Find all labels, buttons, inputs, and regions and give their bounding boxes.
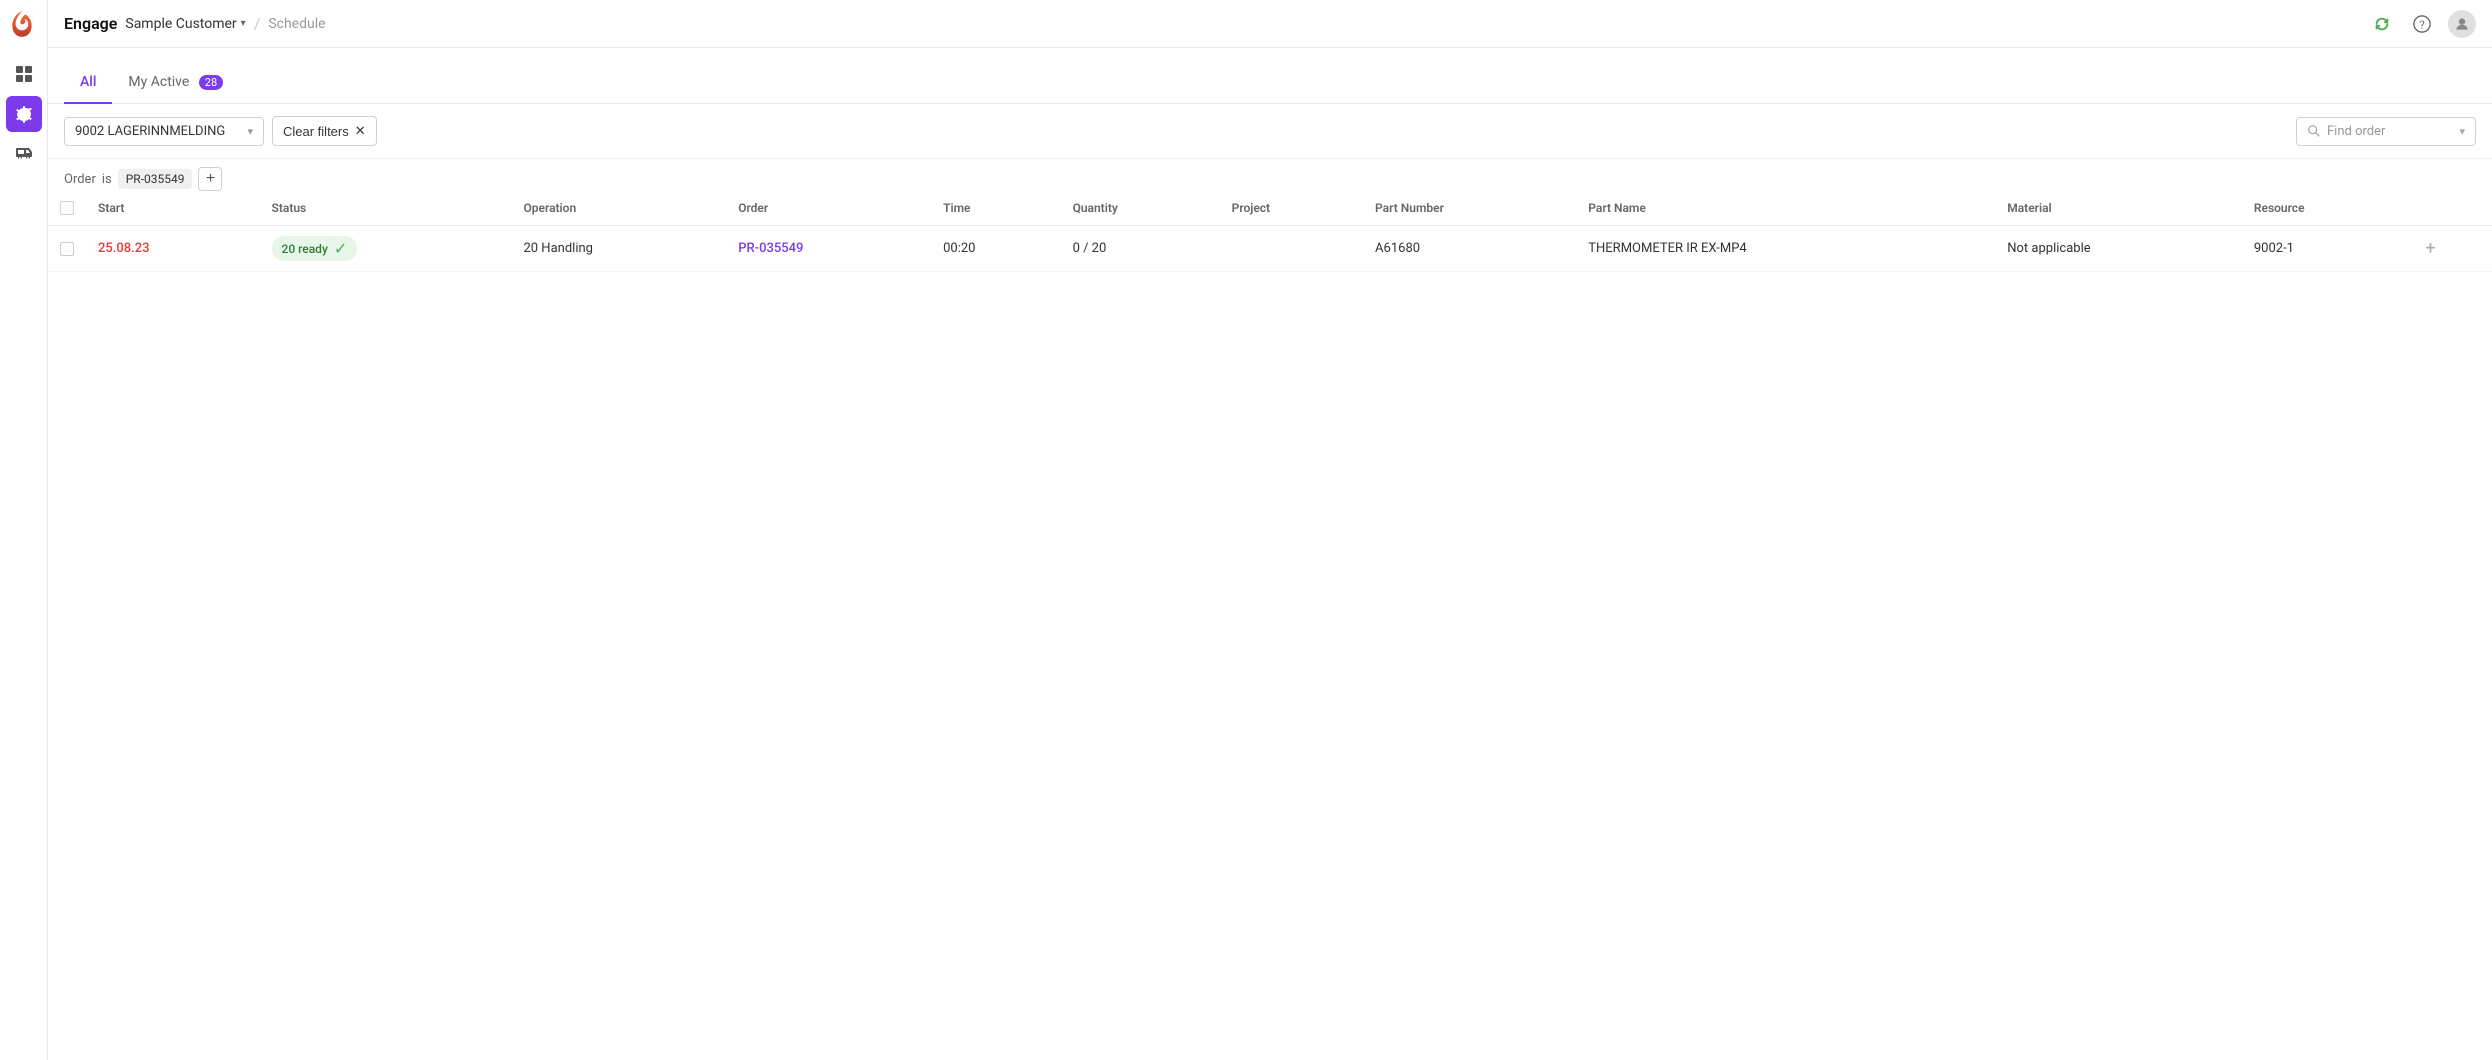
row-status-cell: 20 ready ✓ — [260, 226, 512, 272]
customer-chevron-icon: ▾ — [241, 18, 246, 29]
clear-filters-button[interactable]: Clear filters ✕ — [272, 116, 377, 146]
row-time: 00:20 — [943, 241, 975, 256]
row-time-cell: 00:20 — [931, 226, 1060, 272]
order-filter-value: PR-035549 — [118, 169, 193, 189]
table-header-row: Start Status Operation Order Time — [48, 191, 2492, 226]
row-start-date: 25.08.23 — [98, 241, 150, 256]
status-label: 20 ready — [282, 242, 328, 256]
filter-dropdown-value: 9002 LAGERINNMELDING — [75, 124, 225, 139]
row-add-cell: + — [2413, 226, 2492, 272]
col-checkbox — [48, 191, 86, 226]
find-order-chevron-icon: ▾ — [2459, 125, 2465, 138]
top-bar: Engage Sample Customer ▾ / Schedule — [48, 0, 2492, 48]
tab-my-active-label: My Active — [128, 74, 189, 90]
breadcrumb-separator: / — [254, 14, 261, 33]
row-part-name: THERMOMETER IR EX-MP4 — [1588, 241, 1746, 256]
refresh-button[interactable] — [2368, 10, 2396, 38]
row-part-name-cell: THERMOMETER IR EX-MP4 — [1576, 226, 1995, 272]
row-resource-cell: 9002-1 — [2242, 226, 2413, 272]
search-right: Find order ▾ — [2296, 117, 2476, 146]
filter-dropdown-chevron-icon: ▾ — [247, 125, 253, 138]
add-filter-button[interactable]: + — [198, 167, 222, 191]
find-order-placeholder: Find order — [2327, 124, 2385, 139]
col-part-number: Part Number — [1363, 191, 1576, 226]
order-filter-label-order: Order — [64, 172, 96, 187]
tab-my-active-badge: 28 — [199, 75, 223, 90]
col-start: Start — [86, 191, 260, 226]
left-nav — [0, 0, 48, 1060]
row-resource: 9002-1 — [2254, 241, 2294, 256]
app-logo[interactable] — [6, 8, 42, 44]
col-actions — [2413, 191, 2492, 226]
row-quantity-cell: 0 / 20 — [1061, 226, 1220, 272]
app-title: Engage — [64, 14, 117, 33]
status-check-icon: ✓ — [334, 239, 347, 258]
tab-all[interactable]: All — [64, 62, 112, 104]
table-container: Start Status Operation Order Time — [48, 191, 2492, 1060]
svg-text:?: ? — [2419, 18, 2424, 31]
nav-truck-icon[interactable] — [6, 136, 42, 172]
customer-selector[interactable]: Sample Customer ▾ — [125, 16, 245, 32]
filter-bar: 9002 LAGERINNMELDING ▾ Clear filters ✕ F… — [48, 104, 2492, 159]
table-row: 25.08.23 20 ready ✓ 20 Handling — [48, 226, 2492, 272]
row-order-link[interactable]: PR-035549 — [738, 241, 803, 256]
row-part-number-cell: A61680 — [1363, 226, 1576, 272]
row-add-button[interactable]: + — [2425, 238, 2435, 259]
col-status: Status — [260, 191, 512, 226]
row-start-cell: 25.08.23 — [86, 226, 260, 272]
row-order-cell: PR-035549 — [726, 226, 931, 272]
row-part-number: A61680 — [1375, 241, 1420, 256]
col-quantity: Quantity — [1061, 191, 1220, 226]
order-filter-row: Order is PR-035549 + — [48, 159, 2492, 191]
row-project-cell — [1220, 226, 1363, 272]
main-content: Engage Sample Customer ▾ / Schedule — [48, 0, 2492, 1060]
row-checkbox-cell — [48, 226, 86, 272]
row-material: Not applicable — [2007, 241, 2090, 256]
breadcrumb-page: Schedule — [268, 16, 325, 32]
row-operation: 20 Handling — [523, 241, 593, 256]
tabs-bar: All My Active 28 — [48, 48, 2492, 104]
col-order: Order — [726, 191, 931, 226]
order-filter-label-is: is — [102, 172, 112, 187]
row-checkbox[interactable] — [60, 242, 74, 256]
orders-table: Start Status Operation Order Time — [48, 191, 2492, 272]
select-all-checkbox[interactable] — [60, 201, 74, 215]
find-order-input[interactable]: Find order ▾ — [2296, 117, 2476, 146]
clear-filters-x-icon: ✕ — [355, 123, 366, 139]
row-quantity: 0 / 20 — [1073, 241, 1107, 256]
col-part-name: Part Name — [1576, 191, 1995, 226]
clear-filters-label: Clear filters — [283, 124, 349, 139]
row-operation-cell: 20 Handling — [511, 226, 726, 272]
filter-dropdown[interactable]: 9002 LAGERINNMELDING ▾ — [64, 117, 264, 146]
tab-all-label: All — [80, 74, 96, 90]
top-bar-right: ? — [2368, 10, 2476, 38]
tab-my-active[interactable]: My Active 28 — [112, 62, 239, 104]
nav-gear-icon[interactable] — [6, 96, 42, 132]
col-resource: Resource — [2242, 191, 2413, 226]
row-status-badge: 20 ready ✓ — [272, 236, 358, 261]
nav-grid-icon[interactable] — [6, 56, 42, 92]
customer-name: Sample Customer — [125, 16, 236, 32]
help-button[interactable]: ? — [2408, 10, 2436, 38]
col-material: Material — [1995, 191, 2242, 226]
search-icon — [2307, 124, 2321, 138]
col-operation: Operation — [511, 191, 726, 226]
col-project: Project — [1220, 191, 1363, 226]
row-material-cell: Not applicable — [1995, 226, 2242, 272]
col-time: Time — [931, 191, 1060, 226]
user-avatar[interactable] — [2448, 10, 2476, 38]
